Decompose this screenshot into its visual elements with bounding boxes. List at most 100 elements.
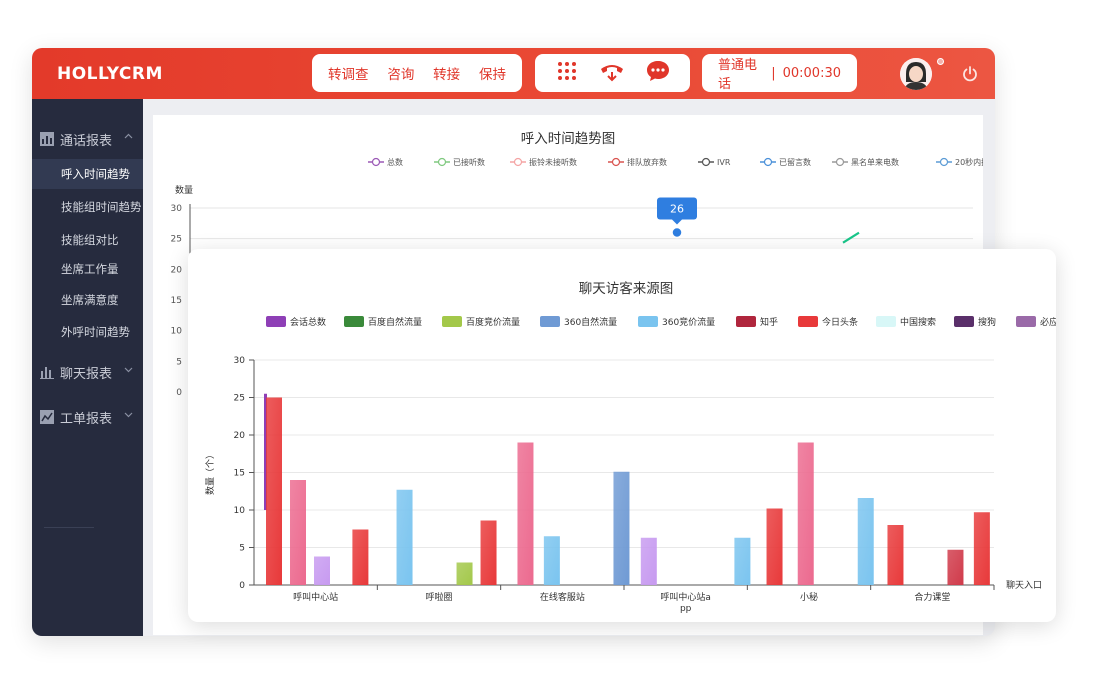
sidebar-group-label: 通话报表 [60, 133, 113, 149]
bar [266, 397, 282, 585]
x-tick-label: 合力课堂 [914, 591, 950, 603]
chart-title: 聊天访客来源图 [579, 280, 674, 297]
legend-label: 会话总数 [290, 316, 326, 328]
legend-swatch [954, 316, 974, 327]
bar [857, 498, 874, 585]
x-tick-label: 呼啦圈 [425, 591, 452, 603]
data-point-highlight [671, 226, 683, 239]
legend-marker [371, 157, 381, 167]
y-tick-label: 5 [239, 544, 245, 554]
sidebar-group-label: 聊天报表 [60, 366, 113, 382]
bar-chart-icon [40, 132, 54, 146]
dialpad-icon[interactable] [556, 60, 578, 86]
sidebar-item-skill-group-trend[interactable]: 技能组时间趋势 [32, 192, 143, 222]
sidebar-item-inbound-trend[interactable]: 呼入时间趋势 [32, 159, 143, 189]
y-axis-label: 数量（个） [204, 450, 216, 495]
x-tick-label: 小秘 [800, 591, 818, 603]
tooltip-pointer [672, 219, 682, 225]
legend-swatch [540, 316, 560, 327]
call-status-group: 普通电话 | 00:00:30 [702, 54, 857, 92]
tooltip-value: 26 [670, 203, 684, 216]
sidebar-item-agent-satisfaction[interactable]: 坐席满意度 [32, 285, 143, 315]
legend-marker [763, 157, 773, 167]
legend-label: 已留言数 [779, 157, 811, 167]
y-tick-label: 0 [239, 581, 245, 591]
sidebar-group-call-reports[interactable]: 通话报表 [32, 124, 143, 154]
x-tick-label: 在线客服站 [540, 591, 585, 603]
bar [396, 489, 413, 585]
bar [543, 536, 560, 585]
legend-swatch [638, 316, 658, 327]
bar [314, 556, 330, 585]
y-tick-label: 25 [171, 235, 182, 245]
sidebar-group-chat-reports[interactable]: 聊天报表 [32, 357, 143, 387]
legend-label: 百度竞价流量 [466, 316, 520, 328]
x-tick-label-line2: pp [680, 604, 692, 614]
line-type-label: 普通电话 [718, 58, 758, 92]
bar [947, 549, 964, 585]
chat-icon[interactable] [646, 60, 670, 86]
legend-label: 今日头条 [822, 316, 858, 328]
legend-marker [701, 157, 711, 167]
sidebar: 通话报表 呼入时间趋势 技能组时间趋势 技能组对比 坐席工作量 坐席满意度 外呼… [32, 99, 143, 636]
legend-swatch [266, 316, 286, 327]
legend-swatch [344, 316, 364, 327]
legend-label: 黑名单来电数 [851, 157, 899, 167]
legend-swatch [442, 316, 462, 327]
legend-label: 总数 [387, 157, 403, 167]
sidebar-item-outbound-trend[interactable]: 外呼时间趋势 [32, 317, 143, 347]
chevron-up-icon [124, 133, 133, 139]
bar [456, 562, 473, 585]
legend-label: 百度自然流量 [368, 316, 422, 328]
bar [766, 508, 783, 585]
bar [797, 442, 814, 585]
sidebar-group-ticket-reports[interactable]: 工单报表 [32, 402, 143, 432]
y-tick-label: 15 [171, 296, 182, 306]
y-axis-label: 数量 [175, 184, 193, 196]
consult-button[interactable]: 咨询 [387, 63, 414, 83]
hangup-icon[interactable] [599, 60, 625, 86]
sidebar-item-skill-group-compare[interactable]: 技能组对比 [32, 225, 143, 255]
legend-swatch [1016, 316, 1036, 327]
avatar[interactable] [900, 58, 932, 90]
sidebar-item-agent-workload[interactable]: 坐席工作量 [32, 254, 143, 284]
legend-marker [437, 157, 447, 167]
bar [734, 537, 751, 585]
legend-label: IVR [717, 158, 731, 167]
x-tick-label: 呼叫中心站 [293, 591, 338, 603]
bar [517, 442, 534, 585]
y-tick-label: 20 [234, 431, 246, 441]
report-icon [40, 410, 54, 424]
legend-swatch [876, 316, 896, 327]
x-axis-label: 聊天入口 [1006, 579, 1042, 591]
legend-label: 知乎 [760, 316, 778, 328]
call-controls-group [535, 54, 690, 92]
call-actions-group: 转调查 咨询 转接 保持 [312, 54, 522, 92]
sidebar-group-label: 工单报表 [60, 411, 113, 427]
call-timer: 00:00:30 [782, 65, 841, 81]
bar [973, 512, 990, 585]
transfer-button[interactable]: 转接 [433, 63, 460, 83]
app-logo: HOLLYCRM [57, 64, 163, 84]
chat-source-card: 聊天访客来源图会话总数 百度自然流量 百度竞价流量 360自然流量 360竞价流量 知乎 今… [188, 249, 1114, 622]
legend-swatch [736, 316, 756, 327]
y-tick-label: 30 [171, 204, 183, 214]
y-tick-label: 20 [171, 265, 183, 275]
legend-label: 搜狗 [978, 316, 996, 328]
y-tick-label: 10 [234, 506, 246, 516]
chart-title: 呼入时间趋势图 [521, 131, 616, 147]
chevron-down-icon [124, 412, 133, 418]
y-tick-label: 30 [234, 356, 246, 366]
transfer-survey-button[interactable]: 转调查 [328, 63, 369, 83]
y-tick-label: 10 [171, 327, 183, 337]
legend-label: 必应 [1040, 316, 1056, 328]
power-icon[interactable] [961, 65, 979, 83]
bar [613, 471, 630, 585]
legend-marker [835, 157, 845, 167]
x-tick-label: 呼叫中心站a [660, 591, 711, 603]
legend-label: 360自然流量 [564, 316, 617, 328]
hold-button[interactable]: 保持 [479, 63, 506, 83]
legend-label: 360竞价流量 [662, 316, 715, 328]
bar [290, 480, 306, 585]
legend-label: 已接听数 [453, 157, 485, 167]
